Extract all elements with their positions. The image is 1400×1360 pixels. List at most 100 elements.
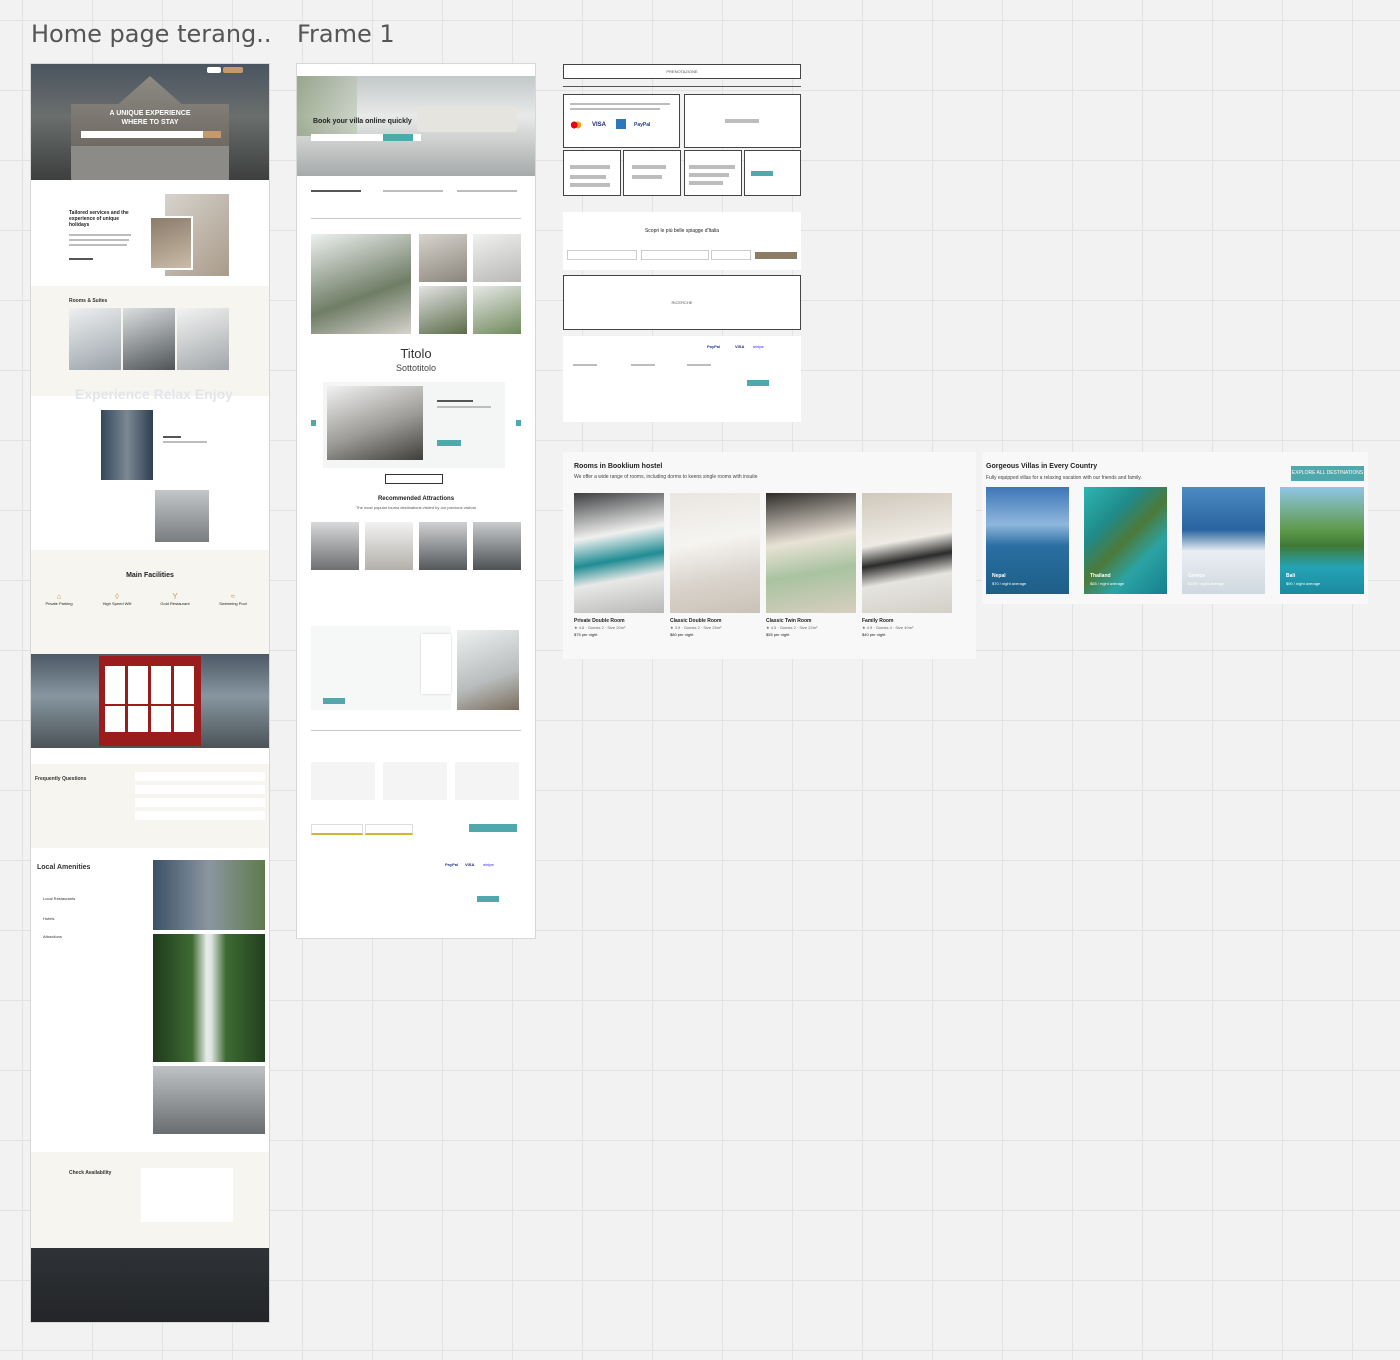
room-meta-1: ★ 4.8 · Guests 2 · Size 20m² xyxy=(574,625,626,630)
hero-section: A UNIQUE EXPERIENCE WHERE TO STAY xyxy=(31,64,269,180)
titolo: Titolo xyxy=(400,346,432,361)
amenity-3: Attractions xyxy=(43,934,62,939)
testimonial-3 xyxy=(455,762,519,800)
hero-title-2: WHERE TO STAY xyxy=(121,119,179,126)
apartment-button[interactable] xyxy=(323,698,345,704)
facility-4: ≈ Swimming Pool xyxy=(211,592,255,606)
facility-2: ◊ High Speed Wifi xyxy=(95,592,139,606)
frame-title-frame1[interactable]: Frame 1 xyxy=(297,20,497,48)
attraction-image-1 xyxy=(311,522,359,570)
street-image xyxy=(153,860,265,930)
experience-ghost-text: Experience Relax Enjoy xyxy=(75,386,233,402)
room-name-2[interactable]: Classic Double Room xyxy=(670,618,721,624)
destination-photo-greece[interactable]: Greece $150 / night average xyxy=(1182,487,1265,594)
destination-photo-thailand[interactable]: Thailand $65 / night average xyxy=(1084,487,1167,594)
wf-search-field-3[interactable] xyxy=(711,250,751,260)
hero-book-button[interactable] xyxy=(223,67,243,73)
tailored-heading: Tailored services and the experience of … xyxy=(69,210,129,228)
wf-payment-box: VISA PayPal xyxy=(563,94,680,148)
booking-bar-checkout[interactable] xyxy=(365,824,413,835)
wf-footer-subscribe-button[interactable] xyxy=(747,380,769,386)
attraction-image-4 xyxy=(473,522,521,570)
parking-icon: ⌂ xyxy=(56,592,62,601)
wifi-icon: ◊ xyxy=(115,592,119,601)
wf-paypal-label: PayPal xyxy=(634,122,651,128)
wf-search-field-1[interactable] xyxy=(567,250,637,260)
faq-item-1[interactable] xyxy=(135,772,265,781)
faq-item-4[interactable] xyxy=(135,811,265,820)
hero-search-bar[interactable] xyxy=(81,131,221,138)
wf-search-results-box: RICERCHE xyxy=(563,275,801,330)
faq-item-2[interactable] xyxy=(135,785,265,794)
carousel-prev-button[interactable] xyxy=(311,420,316,426)
gallery-bath-image-1 xyxy=(419,234,467,282)
faq-item-3[interactable] xyxy=(135,798,265,807)
destination-photo-nepal[interactable]: Nepal $70 / night average xyxy=(986,487,1069,594)
room-image-3 xyxy=(177,308,229,370)
room-name-1[interactable]: Private Double Room xyxy=(574,618,625,624)
gallery-living-image-1 xyxy=(419,286,467,334)
room-image-2 xyxy=(123,308,175,370)
wf-newsletter-button[interactable] xyxy=(751,171,773,176)
hero-nav-button[interactable] xyxy=(207,67,221,73)
rooms-card-title: Rooms in Booklium hostel xyxy=(574,463,663,470)
newsletter-button[interactable] xyxy=(477,896,499,902)
tailored-image-2 xyxy=(149,216,193,270)
wf-top-bar: PRENOTAZIONE xyxy=(563,64,801,79)
frame1[interactable]: Book your villa online quickly Titolo So… xyxy=(297,64,535,938)
wf-placeholder-box xyxy=(684,94,801,148)
restaurant-icon: Y xyxy=(172,592,178,601)
room-price-2: $80 per night xyxy=(670,632,694,637)
statue-image-small xyxy=(155,490,209,542)
carousel-indicator xyxy=(385,474,443,484)
statue-image-large xyxy=(153,1066,265,1134)
attractions-heading: Recommended Attractions xyxy=(377,496,455,502)
wf-footer: PayPal VISA stripe xyxy=(563,336,801,422)
destination-photo-bali[interactable]: Bali $90 / night average xyxy=(1280,487,1364,594)
calendar-widget[interactable] xyxy=(141,1168,233,1222)
facility-1: ⌂ Private Parking xyxy=(37,592,81,606)
apartment-widget xyxy=(421,634,451,694)
villa-hero-image: Book your villa online quickly xyxy=(297,76,535,176)
hero-booking-button[interactable] xyxy=(383,134,413,141)
wf-search-button[interactable] xyxy=(755,252,797,259)
waterfall-image xyxy=(153,934,265,1062)
room-photo-1 xyxy=(574,493,664,613)
wf-search-field-2[interactable] xyxy=(641,250,709,260)
wf-footer-paypal: PayPal xyxy=(707,344,721,349)
frame1-footer-stripe: stripe xyxy=(483,862,494,867)
wf-card-2 xyxy=(623,150,681,196)
gallery-bath-image-2 xyxy=(473,234,521,282)
room-meta-2: ★ 3.9 · Guests 2 · Size 25m² xyxy=(670,625,722,630)
wf-newsletter-card xyxy=(744,150,801,196)
exterior-image-1 xyxy=(101,410,153,480)
facilities-section: Main Facilities ⌂ Private Parking ◊ High… xyxy=(31,550,269,654)
room-photo-4 xyxy=(862,493,952,613)
villas-card: Gorgeous Villas in Every Country Fully e… xyxy=(982,452,1368,604)
booking-bar-checkin[interactable] xyxy=(311,824,363,835)
attractions-subheading: The most popular tourist destinations vi… xyxy=(355,505,477,510)
room-name-3[interactable]: Classic Twin Room xyxy=(766,618,811,624)
wf-visa-label: VISA xyxy=(592,122,607,128)
carousel-card-button[interactable] xyxy=(437,440,461,446)
food-image xyxy=(327,386,423,460)
rooms-card: Rooms in Booklium hostel We offer a wide… xyxy=(563,452,976,659)
red-menu-popup xyxy=(99,656,201,746)
home-page-frame[interactable]: A UNIQUE EXPERIENCE WHERE TO STAY Tailor… xyxy=(31,64,269,1322)
room-name-4[interactable]: Family Room xyxy=(862,618,893,624)
testimonial-1 xyxy=(311,762,375,800)
frame-title-home[interactable]: Home page terang... xyxy=(31,20,271,48)
gallery-living-image-2 xyxy=(473,286,521,334)
apartment-image xyxy=(457,630,519,710)
wf-footer-visa: VISA xyxy=(735,344,745,349)
hero-search-button[interactable] xyxy=(203,131,221,138)
booking-bar-button[interactable] xyxy=(469,824,517,832)
dark-footer xyxy=(31,1248,269,1322)
amenity-1: Local Restaurants xyxy=(43,896,76,901)
carousel-next-button[interactable] xyxy=(516,420,521,426)
room-image-1 xyxy=(69,308,121,370)
explore-destinations-button[interactable]: EXPLORE ALL DESTINATIONS xyxy=(1291,466,1364,481)
rooms-card-subtitle: We offer a wide range of rooms, includin… xyxy=(574,474,758,480)
amenities-heading: Local Amenities xyxy=(37,864,91,871)
villas-card-title: Gorgeous Villas in Every Country xyxy=(986,463,1098,470)
